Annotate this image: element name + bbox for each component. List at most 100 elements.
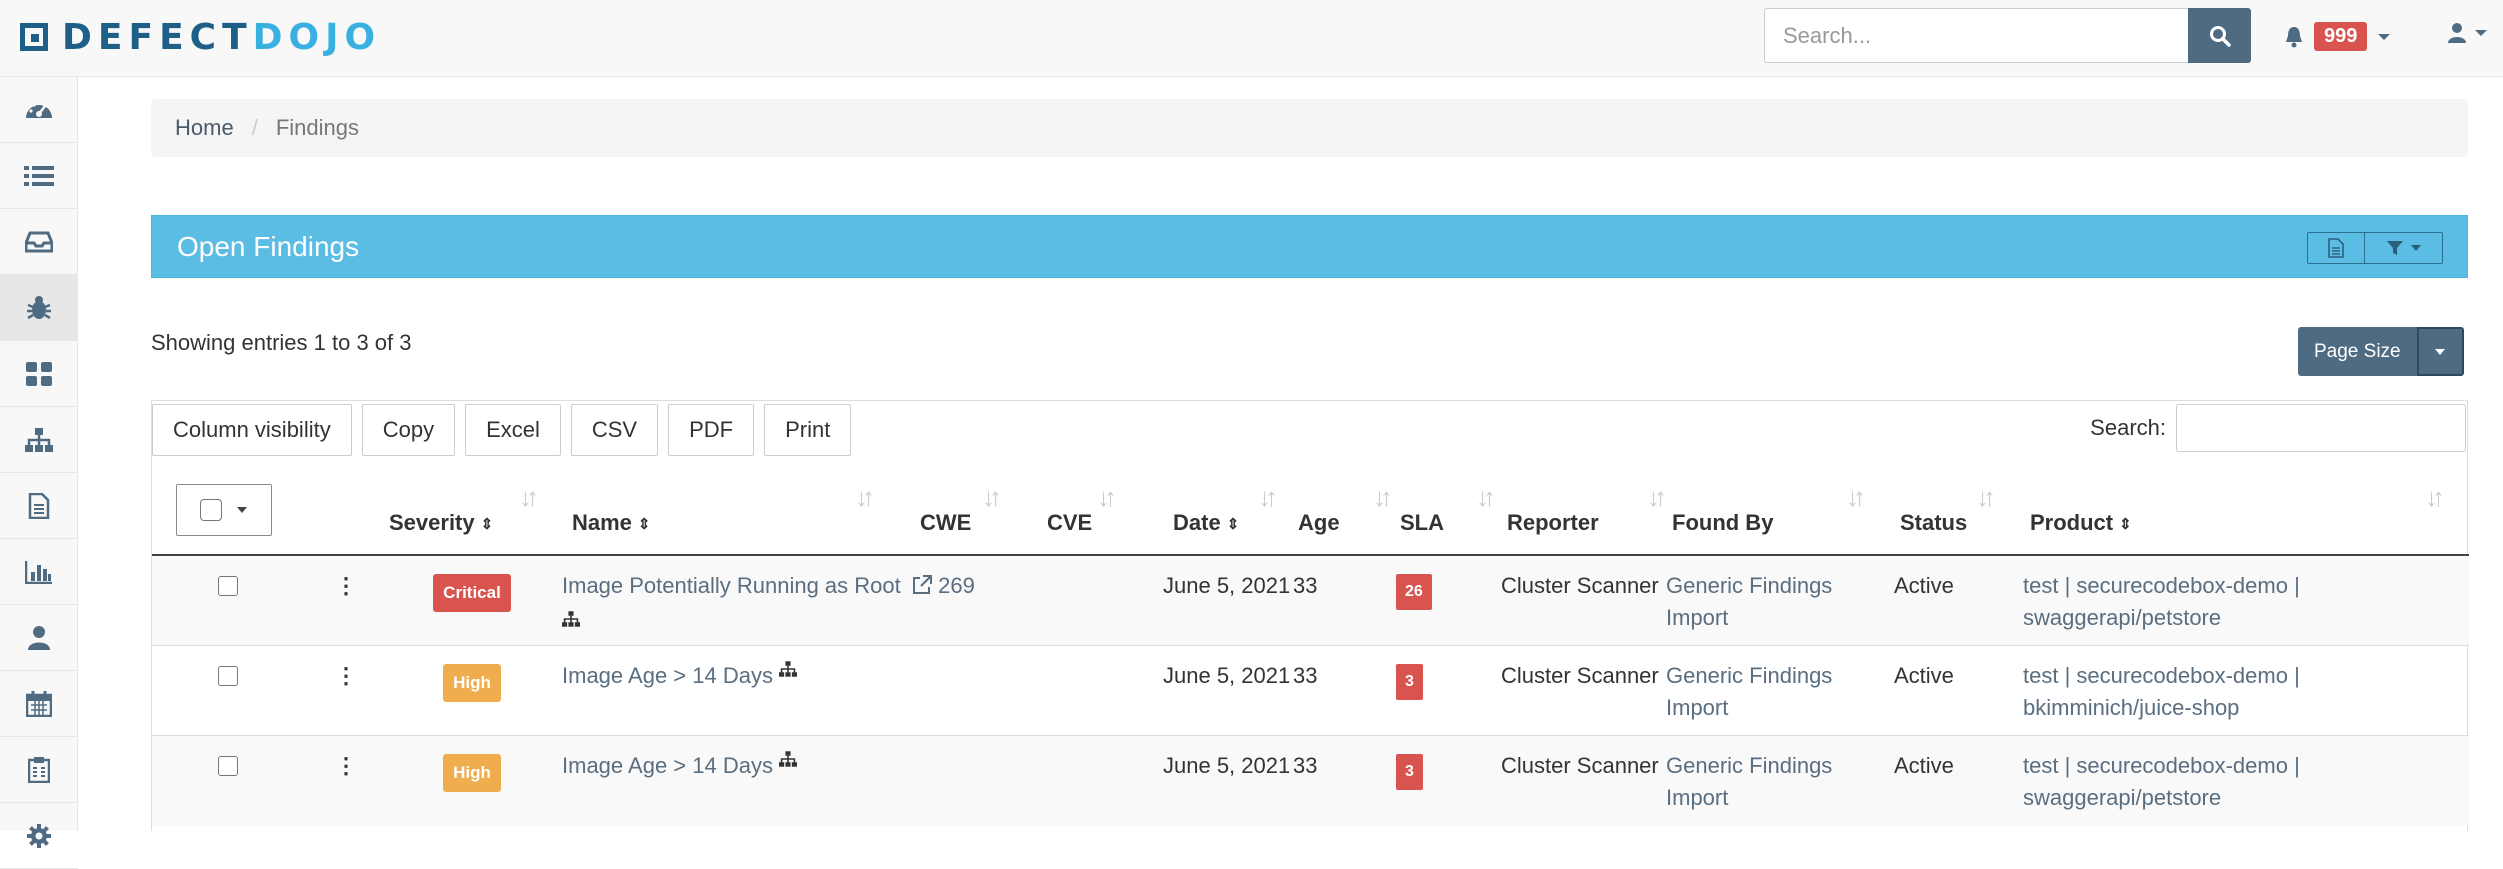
open-findings-panel-heading: Open Findings (151, 215, 2468, 278)
sort-arrows-icon: ↓↑ (2425, 482, 2445, 512)
export-buttons: Column visibility Copy Excel CSV PDF Pri… (152, 404, 852, 456)
sidebar-item-metrics[interactable] (0, 539, 78, 605)
found-by-link[interactable]: Generic Findings Import (1666, 573, 1832, 630)
defectdojo-logo[interactable]: DEFECT DOJO (20, 17, 381, 58)
date-cell: June 5, 2021 (1132, 554, 1293, 645)
global-search-input[interactable] (1764, 8, 2188, 63)
sitemap-icon[interactable] (779, 750, 798, 767)
inbox-icon (25, 231, 53, 252)
external-link-icon[interactable] (912, 575, 932, 595)
column-header-product[interactable]: Product ⇕ ↓↑ (2023, 476, 2469, 556)
search-button[interactable] (2188, 8, 2251, 63)
row-checkbox[interactable] (217, 755, 238, 776)
severity-badge: High (443, 753, 501, 792)
column-header-age[interactable]: Age ↓↑ (1293, 476, 1396, 556)
table-search-input[interactable] (2176, 404, 2466, 452)
sidebar-item-findings[interactable] (0, 275, 78, 341)
sidebar-item-users[interactable] (0, 605, 78, 671)
column-header-cve[interactable]: CVE ↓↑ (1047, 476, 1132, 556)
copy-button[interactable]: Copy (361, 404, 456, 456)
cve-cell (1047, 644, 1132, 735)
kebab-menu-icon[interactable]: ⋮ (335, 664, 357, 686)
severity-cell: Critical (389, 554, 555, 645)
sidebar-item-dashboard[interactable] (0, 77, 78, 143)
print-button[interactable]: Print (764, 404, 852, 456)
caret-down-icon (2410, 245, 2421, 251)
sort-icon: ⇕ (2119, 516, 2132, 534)
name-cell: Image Potentially Running as Root (555, 554, 912, 645)
found-by-link[interactable]: Generic Findings Import (1666, 663, 1832, 720)
finding-name-link[interactable]: Image Potentially Running as Root (562, 573, 901, 598)
name-cell: Image Age > 14 Days (555, 734, 912, 825)
row-actions-cell: ⋮ (303, 734, 389, 825)
sitemap-icon[interactable] (779, 660, 798, 677)
sitemap-icon[interactable] (562, 611, 580, 627)
reporter-cell: Cluster Scanner (1501, 554, 1666, 645)
sidebar-item-endpoints[interactable] (0, 407, 78, 473)
sidebar-item-organization[interactable] (0, 737, 78, 803)
caret-down-icon (2475, 30, 2487, 36)
csv-button[interactable]: CSV (570, 404, 659, 456)
row-select-cell (152, 554, 303, 645)
page-size-button[interactable]: Page Size (2298, 327, 2417, 376)
sidebar-item-components[interactable] (0, 341, 78, 407)
product-link[interactable]: test | securecodebox-demo | swaggerapi/p… (2023, 753, 2300, 810)
filter-dropdown-button[interactable] (2365, 232, 2443, 264)
date-cell: June 5, 2021 (1132, 644, 1293, 735)
severity-header-label: Severity (389, 510, 475, 535)
sidebar-item-products[interactable] (0, 143, 78, 209)
row-actions-cell: ⋮ (303, 644, 389, 735)
finding-name-link[interactable]: Image Age > 14 Days (562, 753, 773, 778)
sidebar-item-reports[interactable] (0, 473, 78, 539)
cwe-link[interactable]: 269 (938, 573, 975, 598)
column-header-status[interactable]: Status ↓↑ (1894, 476, 2023, 556)
sort-icon: ⇕ (637, 516, 651, 534)
name-header-label: Name (572, 510, 632, 535)
select-all-checkbox[interactable] (200, 499, 222, 521)
cve-header-label: CVE (1047, 510, 1093, 535)
kebab-menu-icon[interactable]: ⋮ (335, 575, 357, 597)
column-header-sla[interactable]: SLA ↓↑ (1396, 476, 1501, 556)
table-row: ⋮ High Image Age > 14 Days June 5, 2021 … (152, 644, 2469, 735)
user-menu[interactable] (2448, 22, 2488, 44)
cwe-cell (912, 734, 1047, 825)
sidebar-item-calendar[interactable] (0, 671, 78, 737)
report-button[interactable] (2307, 232, 2365, 264)
column-header-reporter[interactable]: Reporter ↓↑ (1501, 476, 1667, 556)
product-link[interactable]: test | securecodebox-demo | bkimminich/j… (2023, 663, 2300, 720)
caret-down-icon (237, 507, 247, 513)
column-header-cwe[interactable]: CWE ↓↑ (912, 476, 1047, 556)
cve-cell (1047, 554, 1132, 645)
column-header-severity[interactable]: Severity ⇕ ↓↑ (389, 476, 555, 556)
breadcrumb-current: Findings (275, 115, 359, 140)
select-all-dropdown[interactable] (176, 484, 272, 536)
age-cell: 33 (1293, 734, 1396, 825)
dashboard-icon (26, 100, 52, 118)
caret-down-icon (2435, 348, 2446, 355)
bell-icon (2286, 26, 2302, 47)
row-select-cell (152, 734, 303, 825)
breadcrumb-home-link[interactable]: Home (175, 115, 234, 141)
column-header-date[interactable]: Date ⇕ ↓↑ (1132, 476, 1293, 556)
kebab-menu-icon[interactable]: ⋮ (335, 754, 357, 776)
finding-name-link[interactable]: Image Age > 14 Days (562, 663, 773, 688)
found-by-cell: Generic Findings Import (1666, 554, 1894, 645)
column-header-name[interactable]: Name ⇕ ↓↑ (555, 476, 912, 556)
page-size-control: Page Size (2298, 327, 2464, 376)
row-checkbox[interactable] (217, 665, 238, 686)
select-all-header (152, 476, 303, 556)
product-link[interactable]: test | securecodebox-demo | swaggerapi/p… (2023, 573, 2300, 630)
alert-count-badge: 999 (2314, 22, 2368, 51)
alerts-dropdown[interactable]: 999 (2284, 22, 2391, 51)
pdf-button[interactable]: PDF (668, 404, 755, 456)
page-size-dropdown-toggle[interactable] (2416, 327, 2464, 376)
sidebar-item-configuration[interactable] (0, 803, 78, 869)
column-visibility-button[interactable]: Column visibility (152, 404, 352, 456)
sidebar-item-engagements[interactable] (0, 209, 78, 275)
row-checkbox[interactable] (217, 576, 238, 596)
column-header-found-by[interactable]: Found By ↓↑ (1666, 476, 1894, 556)
excel-button[interactable]: Excel (465, 404, 561, 456)
found-by-link[interactable]: Generic Findings Import (1666, 753, 1832, 810)
age-cell: 33 (1293, 554, 1396, 645)
status-header-label: Status (1900, 510, 1968, 535)
